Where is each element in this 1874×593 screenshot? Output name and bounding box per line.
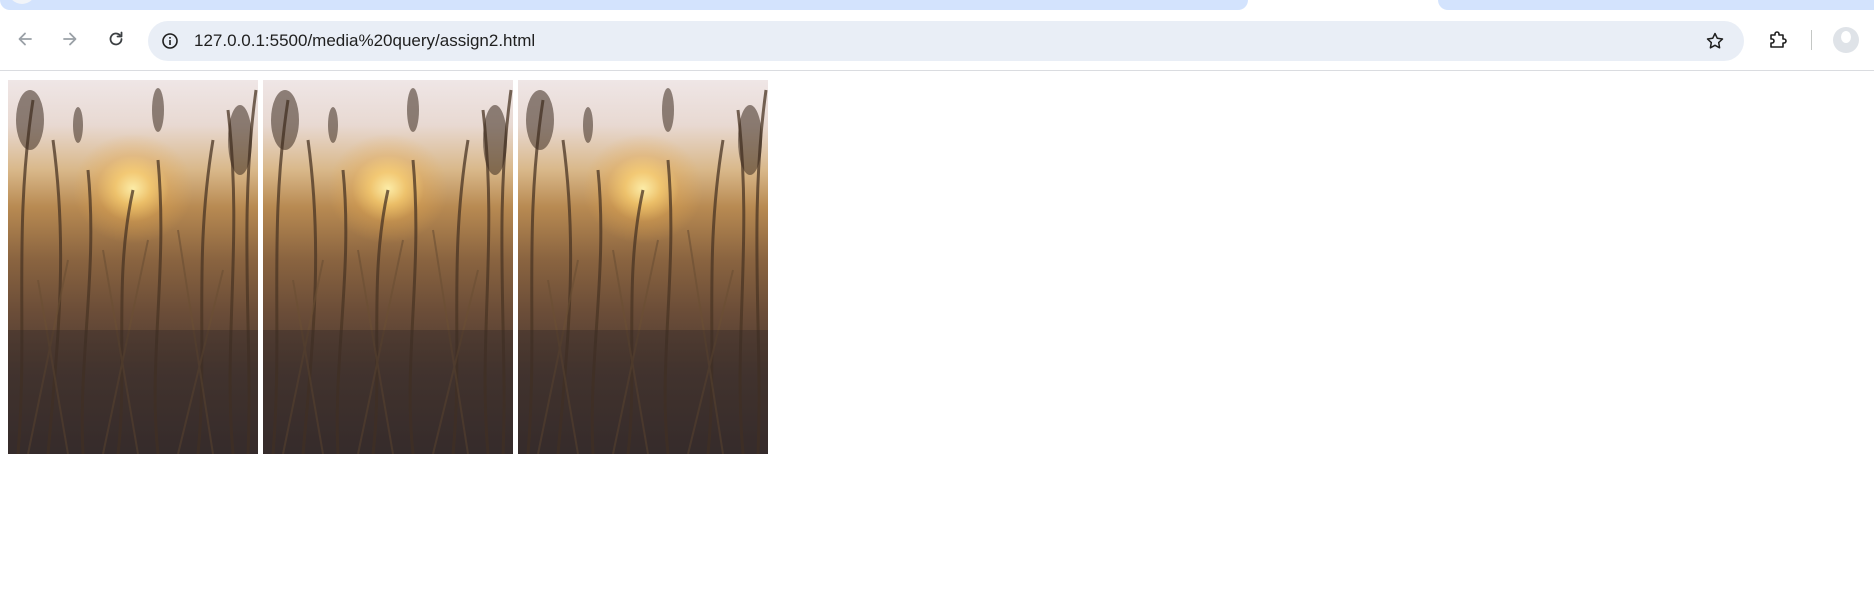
gallery-image	[263, 80, 513, 454]
image-gallery	[8, 80, 768, 454]
arrow-left-icon	[18, 32, 32, 46]
address-bar[interactable]: 127.0.0.1:5500/media%20query/assign2.htm…	[148, 21, 1744, 61]
tab-current[interactable]	[0, 0, 1248, 10]
info-icon[interactable]	[160, 31, 180, 51]
avatar-icon[interactable]	[1833, 27, 1859, 53]
back-button[interactable]	[12, 26, 38, 52]
tab-favicon	[8, 0, 36, 4]
reload-icon	[109, 31, 123, 46]
gallery-image	[518, 80, 768, 454]
tab-other[interactable]	[1438, 0, 1874, 10]
forward-button[interactable]	[57, 26, 83, 52]
browser-window: 127.0.0.1:5500/media%20query/assign2.htm…	[0, 0, 1874, 593]
browser-toolbar: 127.0.0.1:5500/media%20query/assign2.htm…	[0, 12, 1874, 71]
tab-strip	[0, 0, 1874, 12]
toolbar-divider	[1811, 30, 1812, 50]
arrow-right-icon	[63, 32, 77, 46]
star-icon[interactable]	[1704, 30, 1726, 52]
gallery-image	[8, 80, 258, 454]
page-content	[0, 71, 1874, 593]
reload-button[interactable]	[103, 26, 129, 52]
url-text[interactable]: 127.0.0.1:5500/media%20query/assign2.htm…	[194, 21, 535, 61]
puzzle-icon[interactable]	[1766, 28, 1790, 52]
